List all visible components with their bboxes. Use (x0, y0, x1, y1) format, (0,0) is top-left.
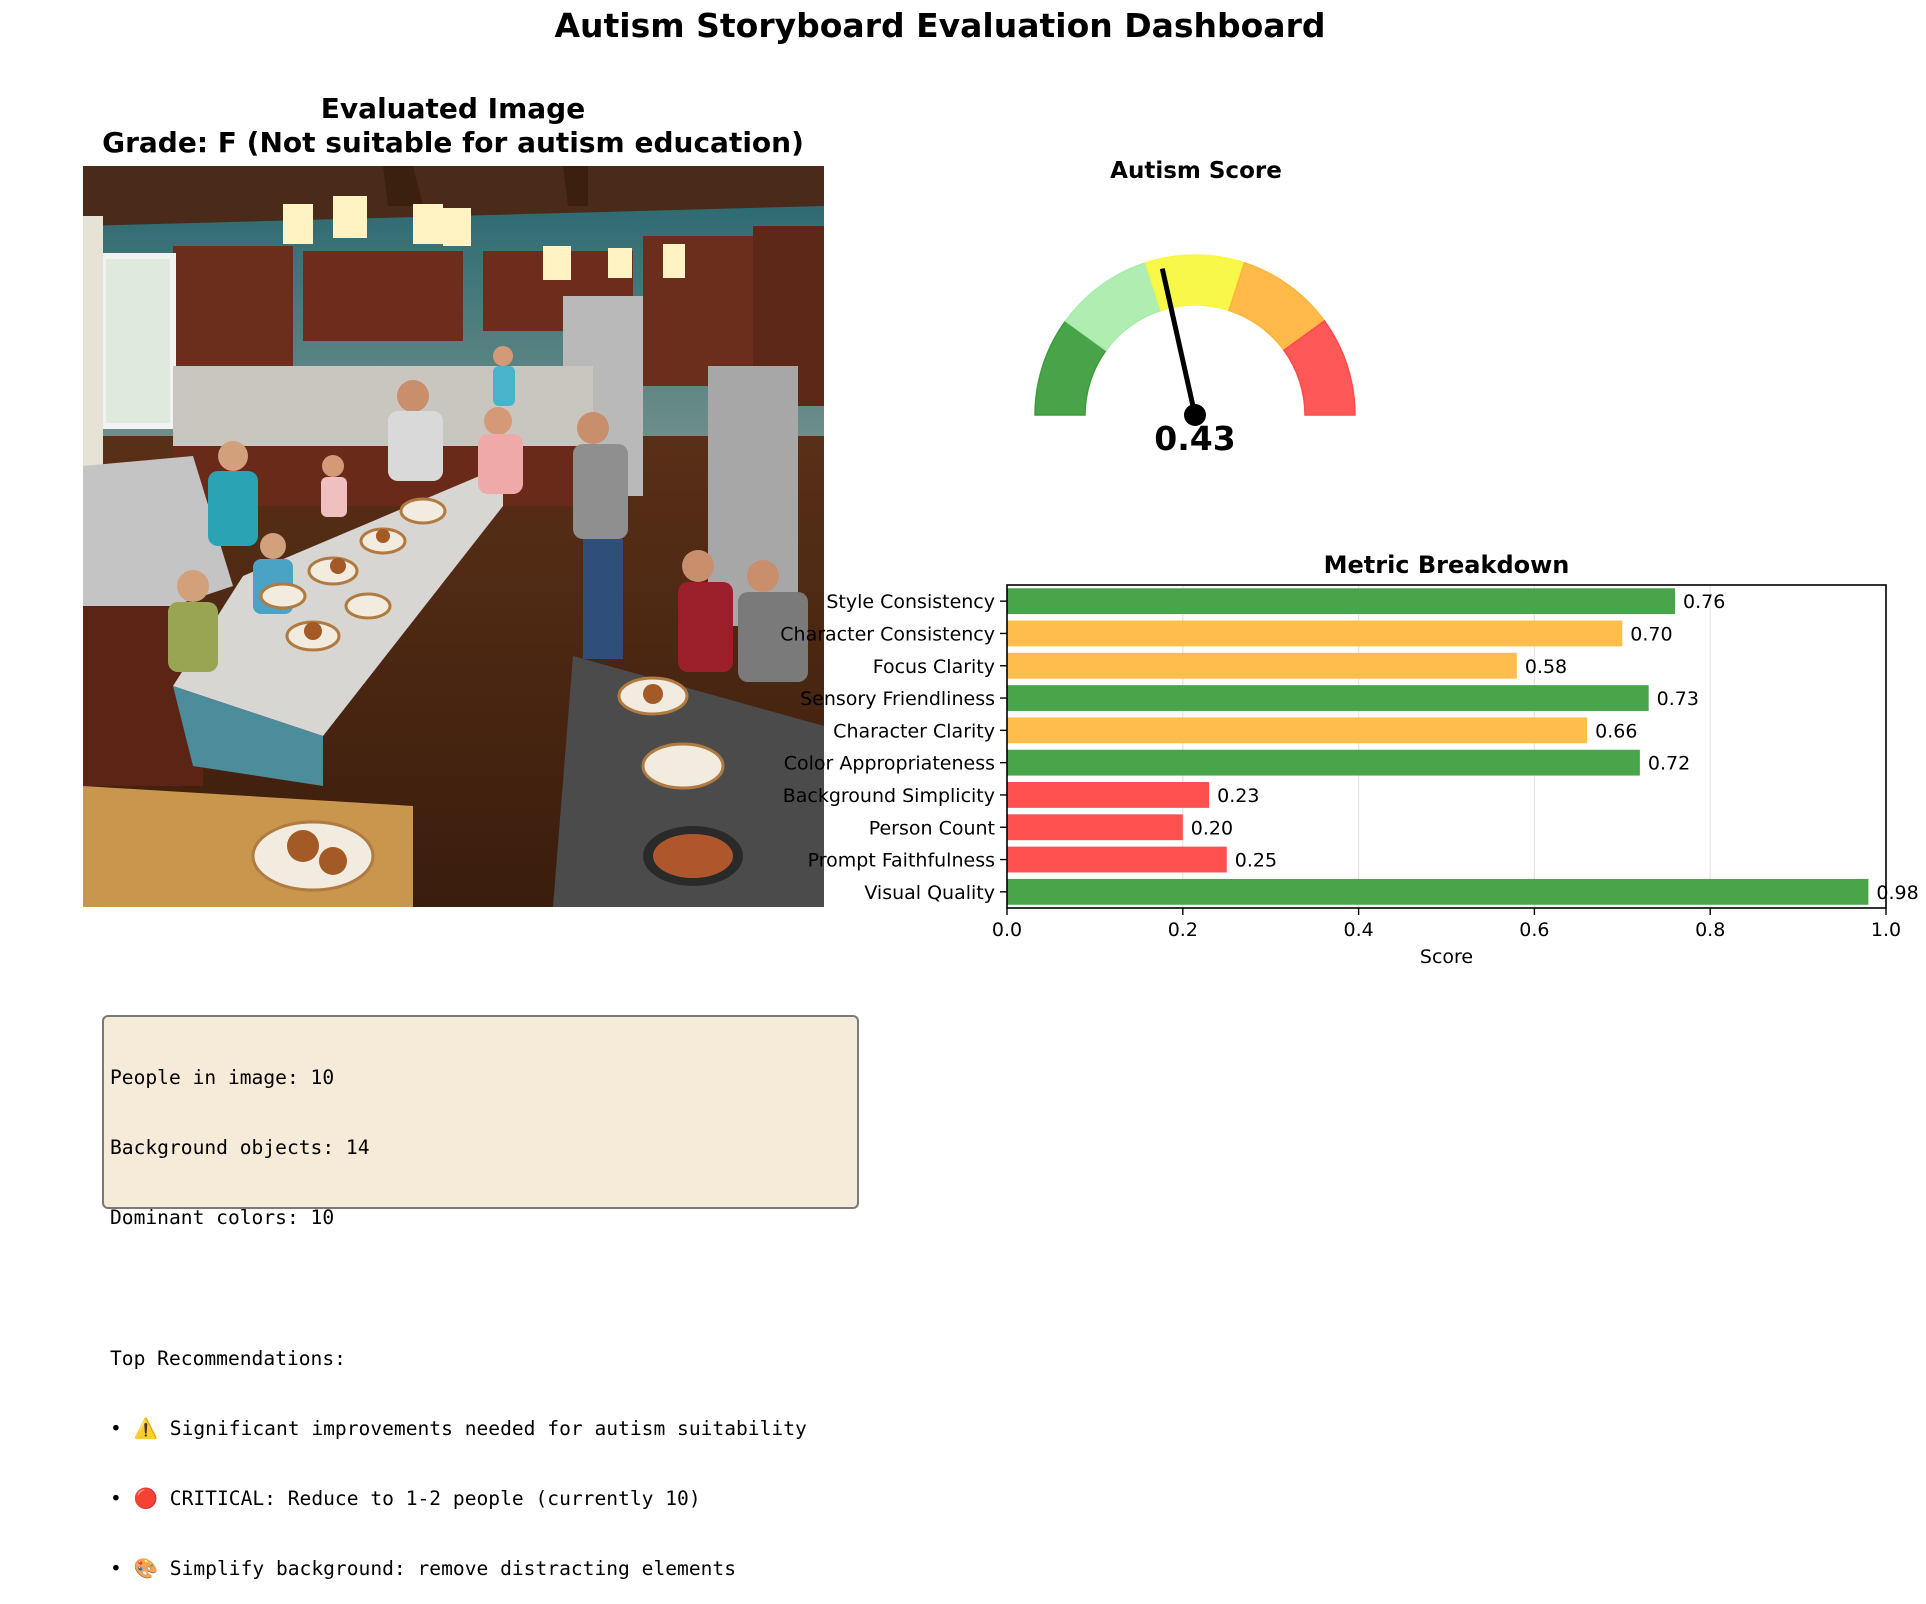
image-title-line1: Evaluated Image (320, 92, 586, 125)
image-panel-title: Evaluated Image Grade: F (Not suitable f… (83, 92, 823, 160)
bar-value-label: 0.66 (1595, 720, 1637, 742)
x-tick-label: 0.0 (992, 919, 1022, 941)
x-tick-label: 0.8 (1695, 919, 1725, 941)
bar-value-label: 0.73 (1657, 688, 1699, 710)
bar (1007, 588, 1676, 615)
info-people-count: People in image: 10 (110, 1065, 335, 1089)
y-tick-label: Character Consistency (780, 623, 995, 645)
x-tick-label: 0.4 (1343, 919, 1373, 941)
y-tick-label: Prompt Faithfulness (808, 850, 995, 872)
bar-value-label: 0.76 (1683, 591, 1725, 613)
summary-info-box: People in image: 10 Background objects: … (102, 1015, 859, 1580)
gauge-value-label: 0.43 (1154, 419, 1235, 458)
y-tick-label: Color Appropriateness (784, 753, 995, 775)
recommendation-item: • 🔴 CRITICAL: Reduce to 1-2 people (curr… (110, 1487, 701, 1511)
y-tick-label: Background Simplicity (783, 785, 995, 807)
info-spacer: ​ (110, 1276, 851, 1299)
y-tick-label: Style Consistency (826, 591, 995, 613)
y-tick-label: Visual Quality (864, 882, 995, 904)
recommendation-item: • ⚠️ Significant improvements needed for… (110, 1416, 807, 1440)
metric-breakdown-chart: Metric Breakdown Style Consistency 0.76 Ch… (780, 551, 1918, 968)
recommendation-item: • 🎨 Simplify background: remove distract… (110, 1557, 737, 1581)
bar (1007, 652, 1517, 679)
bar-value-label: 0.98 (1876, 882, 1918, 904)
bar-value-label: 0.20 (1191, 817, 1233, 839)
bar-value-label: 0.25 (1235, 850, 1277, 872)
y-tick-label: Character Clarity (833, 720, 995, 742)
info-recommendations-heading: Top Recommendations: (110, 1346, 346, 1370)
gauge-segment (1144, 254, 1246, 312)
x-axis-label: Score (1420, 946, 1473, 968)
info-background-objects: Background objects: 14 (110, 1136, 370, 1160)
bar-value-label: 0.23 (1217, 785, 1259, 807)
bar (1007, 782, 1210, 808)
autism-score-gauge: 0.43 (1034, 254, 1356, 458)
bar (1007, 878, 1869, 905)
chart-title: Metric Breakdown (1324, 551, 1570, 579)
bar (1007, 814, 1183, 841)
bar-value-label: 0.72 (1648, 753, 1690, 775)
x-tick-label: 0.6 (1519, 919, 1549, 941)
bar (1007, 749, 1640, 776)
bar (1007, 717, 1588, 744)
info-dominant-colors: Dominant colors: 10 (110, 1206, 335, 1230)
y-tick-label: Focus Clarity (873, 656, 995, 678)
y-tick-label: Sensory Friendliness (800, 688, 995, 710)
bar (1007, 846, 1227, 873)
bar (1007, 620, 1623, 647)
y-tick-label: Person Count (869, 817, 995, 839)
bar-value-label: 0.58 (1525, 656, 1567, 678)
gauge-title: Autism Score (1110, 158, 1282, 184)
bar (1007, 685, 1649, 711)
bar-value-label: 0.70 (1630, 623, 1672, 645)
dashboard-title: Autism Storyboard Evaluation Dashboard (554, 6, 1326, 45)
evaluated-image (83, 166, 824, 907)
image-grade-line: Grade: F (Not suitable for autism educat… (102, 126, 804, 159)
kitchen-scene-illustration (83, 166, 824, 907)
x-tick-label: 0.2 (1168, 919, 1198, 941)
x-tick-label: 1.0 (1871, 919, 1901, 941)
